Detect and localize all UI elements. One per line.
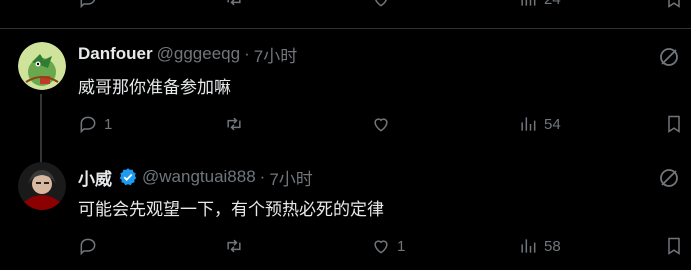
avatar[interactable] (18, 42, 66, 90)
handle[interactable]: @gggeeqg (157, 44, 240, 64)
views-button[interactable]: 54 (518, 111, 561, 137)
bookmark-button[interactable] (664, 111, 684, 137)
reply-icon (80, 116, 96, 134)
views-icon (521, 117, 536, 131)
timestamp[interactable]: 7小时 (254, 42, 297, 67)
reply-button[interactable]: 1 (78, 111, 112, 137)
tweet-actions: 1 58 (0, 233, 691, 259)
tweet-text: 可能会先观望一下，有个预热必死的定律 (78, 200, 384, 219)
bookmark-icon (668, 237, 680, 255)
retweet-icon (227, 239, 241, 253)
like-icon (374, 118, 388, 132)
display-name[interactable]: 小威 (78, 165, 112, 190)
avatar[interactable] (18, 162, 66, 210)
separator: · (259, 167, 266, 186)
retweet-button[interactable] (224, 111, 250, 137)
reply-icon (80, 238, 96, 256)
retweet-button[interactable] (224, 233, 250, 259)
tweet[interactable]: Danfouer @gggeeqg · 7小时 威哥那你准备参加嘛 1 54 (0, 29, 691, 164)
retweet-icon (227, 0, 241, 6)
views-count: 54 (544, 115, 561, 133)
timeline: 24 Danfouer @gggeeqg · 7小时 (0, 0, 691, 270)
retweet-button[interactable] (224, 0, 244, 12)
grok-button[interactable] (657, 166, 681, 190)
bookmark-button[interactable] (664, 0, 684, 12)
tweet[interactable]: 小威 @wangtuai888 · 7小时 可能会先观望一下，有个预热必死的定律 (0, 150, 691, 270)
grok-button[interactable] (657, 45, 681, 69)
like-count: 1 (397, 237, 406, 255)
reply-button[interactable] (78, 0, 98, 12)
views-button[interactable]: 24 (518, 0, 561, 12)
like-icon (374, 240, 388, 254)
bookmark-button[interactable] (664, 233, 684, 259)
views-count: 24 (544, 0, 561, 8)
like-button[interactable] (371, 0, 391, 12)
retweet-icon (227, 117, 241, 131)
reply-icon (80, 0, 96, 9)
like-button[interactable] (371, 111, 397, 137)
views-icon (521, 239, 536, 253)
reply-button[interactable] (78, 233, 104, 259)
tweet-text: 威哥那你准备参加嘛 (78, 78, 231, 97)
like-icon (375, 0, 387, 7)
grok-icon (660, 169, 678, 187)
timestamp[interactable]: 7小时 (269, 165, 312, 190)
bookmark-icon (668, 115, 680, 133)
views-count: 58 (544, 237, 561, 255)
tweet-header: 小威 @wangtuai888 · 7小时 (78, 165, 313, 190)
tweet-actions: 1 54 (0, 111, 691, 137)
grok-icon (660, 48, 678, 66)
prev-tweet-actions: 24 (0, 0, 691, 12)
reply-count: 1 (104, 115, 113, 133)
bookmark-icon (668, 0, 680, 8)
views-icon (521, 0, 536, 6)
tweet-header: Danfouer @gggeeqg · 7小时 (78, 42, 297, 67)
handle[interactable]: @wangtuai888 (142, 167, 256, 187)
separator: · (244, 44, 250, 63)
like-button[interactable]: 1 (371, 233, 405, 259)
views-button[interactable]: 58 (518, 233, 561, 259)
display-name[interactable]: Danfouer (78, 44, 153, 64)
verified-icon (119, 168, 137, 186)
